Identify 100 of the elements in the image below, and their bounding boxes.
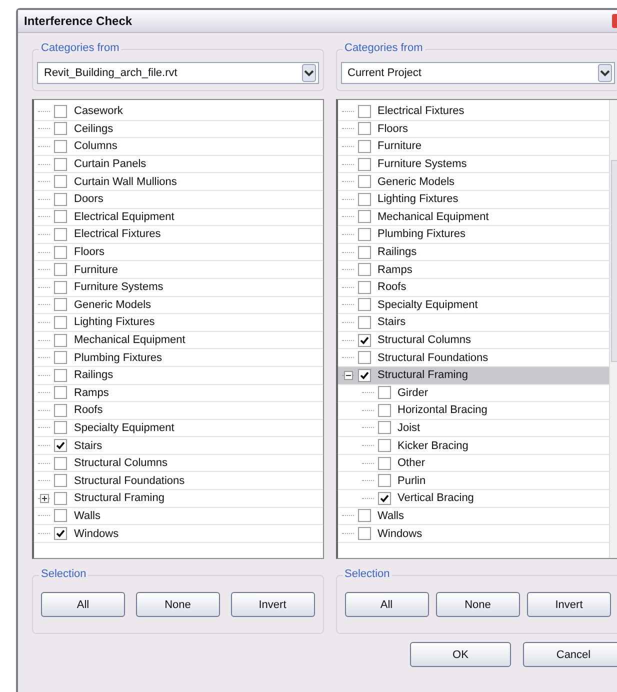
checkbox[interactable] [358,527,370,540]
tree-item[interactable]: Walls [34,508,322,526]
tree-item[interactable]: Plumbing Fixtures [34,349,322,367]
checkbox[interactable] [54,122,67,136]
tree-item[interactable]: Floors [34,244,322,262]
tree-item[interactable]: Windows [338,525,609,543]
tree-item[interactable]: Plumbing Fixtures [338,226,609,244]
checkbox[interactable] [54,316,67,329]
tree-item[interactable]: Electrical Equipment [34,208,322,226]
checkbox[interactable] [358,334,370,347]
tree-item[interactable]: Generic Models [338,173,609,191]
tree-item[interactable]: Doors [34,190,322,209]
source-dropdown[interactable]: Revit_Building_arch_file.rvt [37,62,318,84]
tree-item[interactable]: Casework [34,103,322,121]
tree-item[interactable]: Structural Framing [34,490,322,508]
checkbox[interactable] [358,246,370,259]
checkbox[interactable] [358,351,370,364]
checkbox[interactable] [358,192,370,206]
checkbox[interactable] [54,104,67,118]
tree-item[interactable]: Mechanical Equipment [34,332,322,350]
checkbox[interactable] [54,439,67,452]
checkbox[interactable] [378,421,390,434]
tree-item[interactable]: Roofs [338,278,609,297]
checkbox[interactable] [378,456,390,470]
tree-item[interactable]: Ceilings [34,120,322,138]
checkbox[interactable] [378,439,390,452]
checkbox[interactable] [358,316,370,329]
tree-item[interactable]: Railings [338,244,609,262]
checkbox[interactable] [54,175,67,188]
checkbox[interactable] [54,192,67,206]
tree-item[interactable]: Other [338,454,609,472]
checkbox[interactable] [358,140,370,153]
tree-item[interactable]: Walls [338,508,609,526]
selection-button[interactable]: None [436,592,520,617]
tree-item[interactable]: Furniture [34,261,322,279]
tree-item[interactable]: Electrical Fixtures [338,103,609,121]
tree-item[interactable]: Lighting Fixtures [34,314,322,332]
tree-item[interactable]: Furniture Systems [34,278,322,297]
checkbox[interactable] [358,104,370,118]
checkbox[interactable] [358,368,370,382]
tree-item[interactable]: Girder [338,384,609,402]
checkbox[interactable] [358,280,370,294]
tree-item[interactable]: Specialty Equipment [34,420,322,438]
tree-item[interactable]: Stairs [34,437,322,455]
dialog-button[interactable]: OK [410,642,511,667]
checkbox[interactable] [54,386,67,400]
tree-item[interactable]: Structural Columns [34,454,322,472]
checkbox[interactable] [54,509,67,522]
selection-button[interactable]: None [136,592,220,617]
tree-item[interactable]: Roofs [34,402,322,420]
checkbox[interactable] [358,158,370,171]
checkbox[interactable] [358,509,370,522]
tree-item[interactable]: Vertical Bracing [338,490,609,508]
checkbox[interactable] [358,263,370,276]
checkbox[interactable] [54,280,67,294]
checkbox[interactable] [54,298,67,312]
tree-item[interactable]: Mechanical Equipment [338,208,609,226]
tree-item[interactable]: Curtain Panels [34,156,322,174]
checkbox[interactable] [358,122,370,136]
expander-icon[interactable] [40,494,49,503]
tree-item[interactable]: Horizontal Bracing [338,402,609,420]
checkbox[interactable] [54,228,67,241]
checkbox[interactable] [54,492,67,505]
selection-button[interactable]: All [344,592,428,617]
tree-item[interactable]: Windows [34,525,322,543]
checkbox[interactable] [54,334,67,347]
checkbox[interactable] [358,175,370,188]
tree-item[interactable]: Ramps [338,261,609,279]
tree-item[interactable]: Structural Columns [338,332,609,350]
checkbox[interactable] [54,421,67,434]
checkbox[interactable] [54,404,67,417]
tree-item[interactable]: Lighting Fixtures [338,190,609,209]
tree-item[interactable]: Railings [34,366,322,384]
checkbox[interactable] [54,368,67,382]
tree-item[interactable]: Kicker Bracing [338,437,609,455]
selection-button[interactable]: Invert [230,592,314,617]
checkbox[interactable] [54,210,67,224]
checkbox[interactable] [358,298,370,312]
checkbox[interactable] [358,210,370,224]
selection-button[interactable]: All [41,592,125,617]
expander-icon[interactable] [344,370,352,380]
checkbox[interactable] [378,474,390,488]
checkbox[interactable] [54,263,67,276]
tree-item[interactable]: Ramps [34,384,322,402]
checkbox[interactable] [378,404,390,417]
tree-item[interactable]: Specialty Equipment [338,296,609,314]
tree-item[interactable]: Structural Foundations [34,472,322,490]
tree-item[interactable]: Purlin [338,472,609,490]
checkbox[interactable] [378,386,390,400]
tree-item[interactable]: Floors [338,120,609,138]
tree-item[interactable]: Electrical Fixtures [34,226,322,244]
checkbox[interactable] [378,492,390,505]
checkbox[interactable] [54,351,67,364]
checkbox[interactable] [54,474,67,488]
checkbox[interactable] [54,246,67,259]
tree-item[interactable]: Joist [338,420,609,438]
source-dropdown[interactable]: Current Project [340,62,615,84]
selection-button[interactable]: Invert [527,592,611,617]
tree-item[interactable]: Furniture [338,138,609,156]
tree-item[interactable]: Stairs [338,314,609,332]
